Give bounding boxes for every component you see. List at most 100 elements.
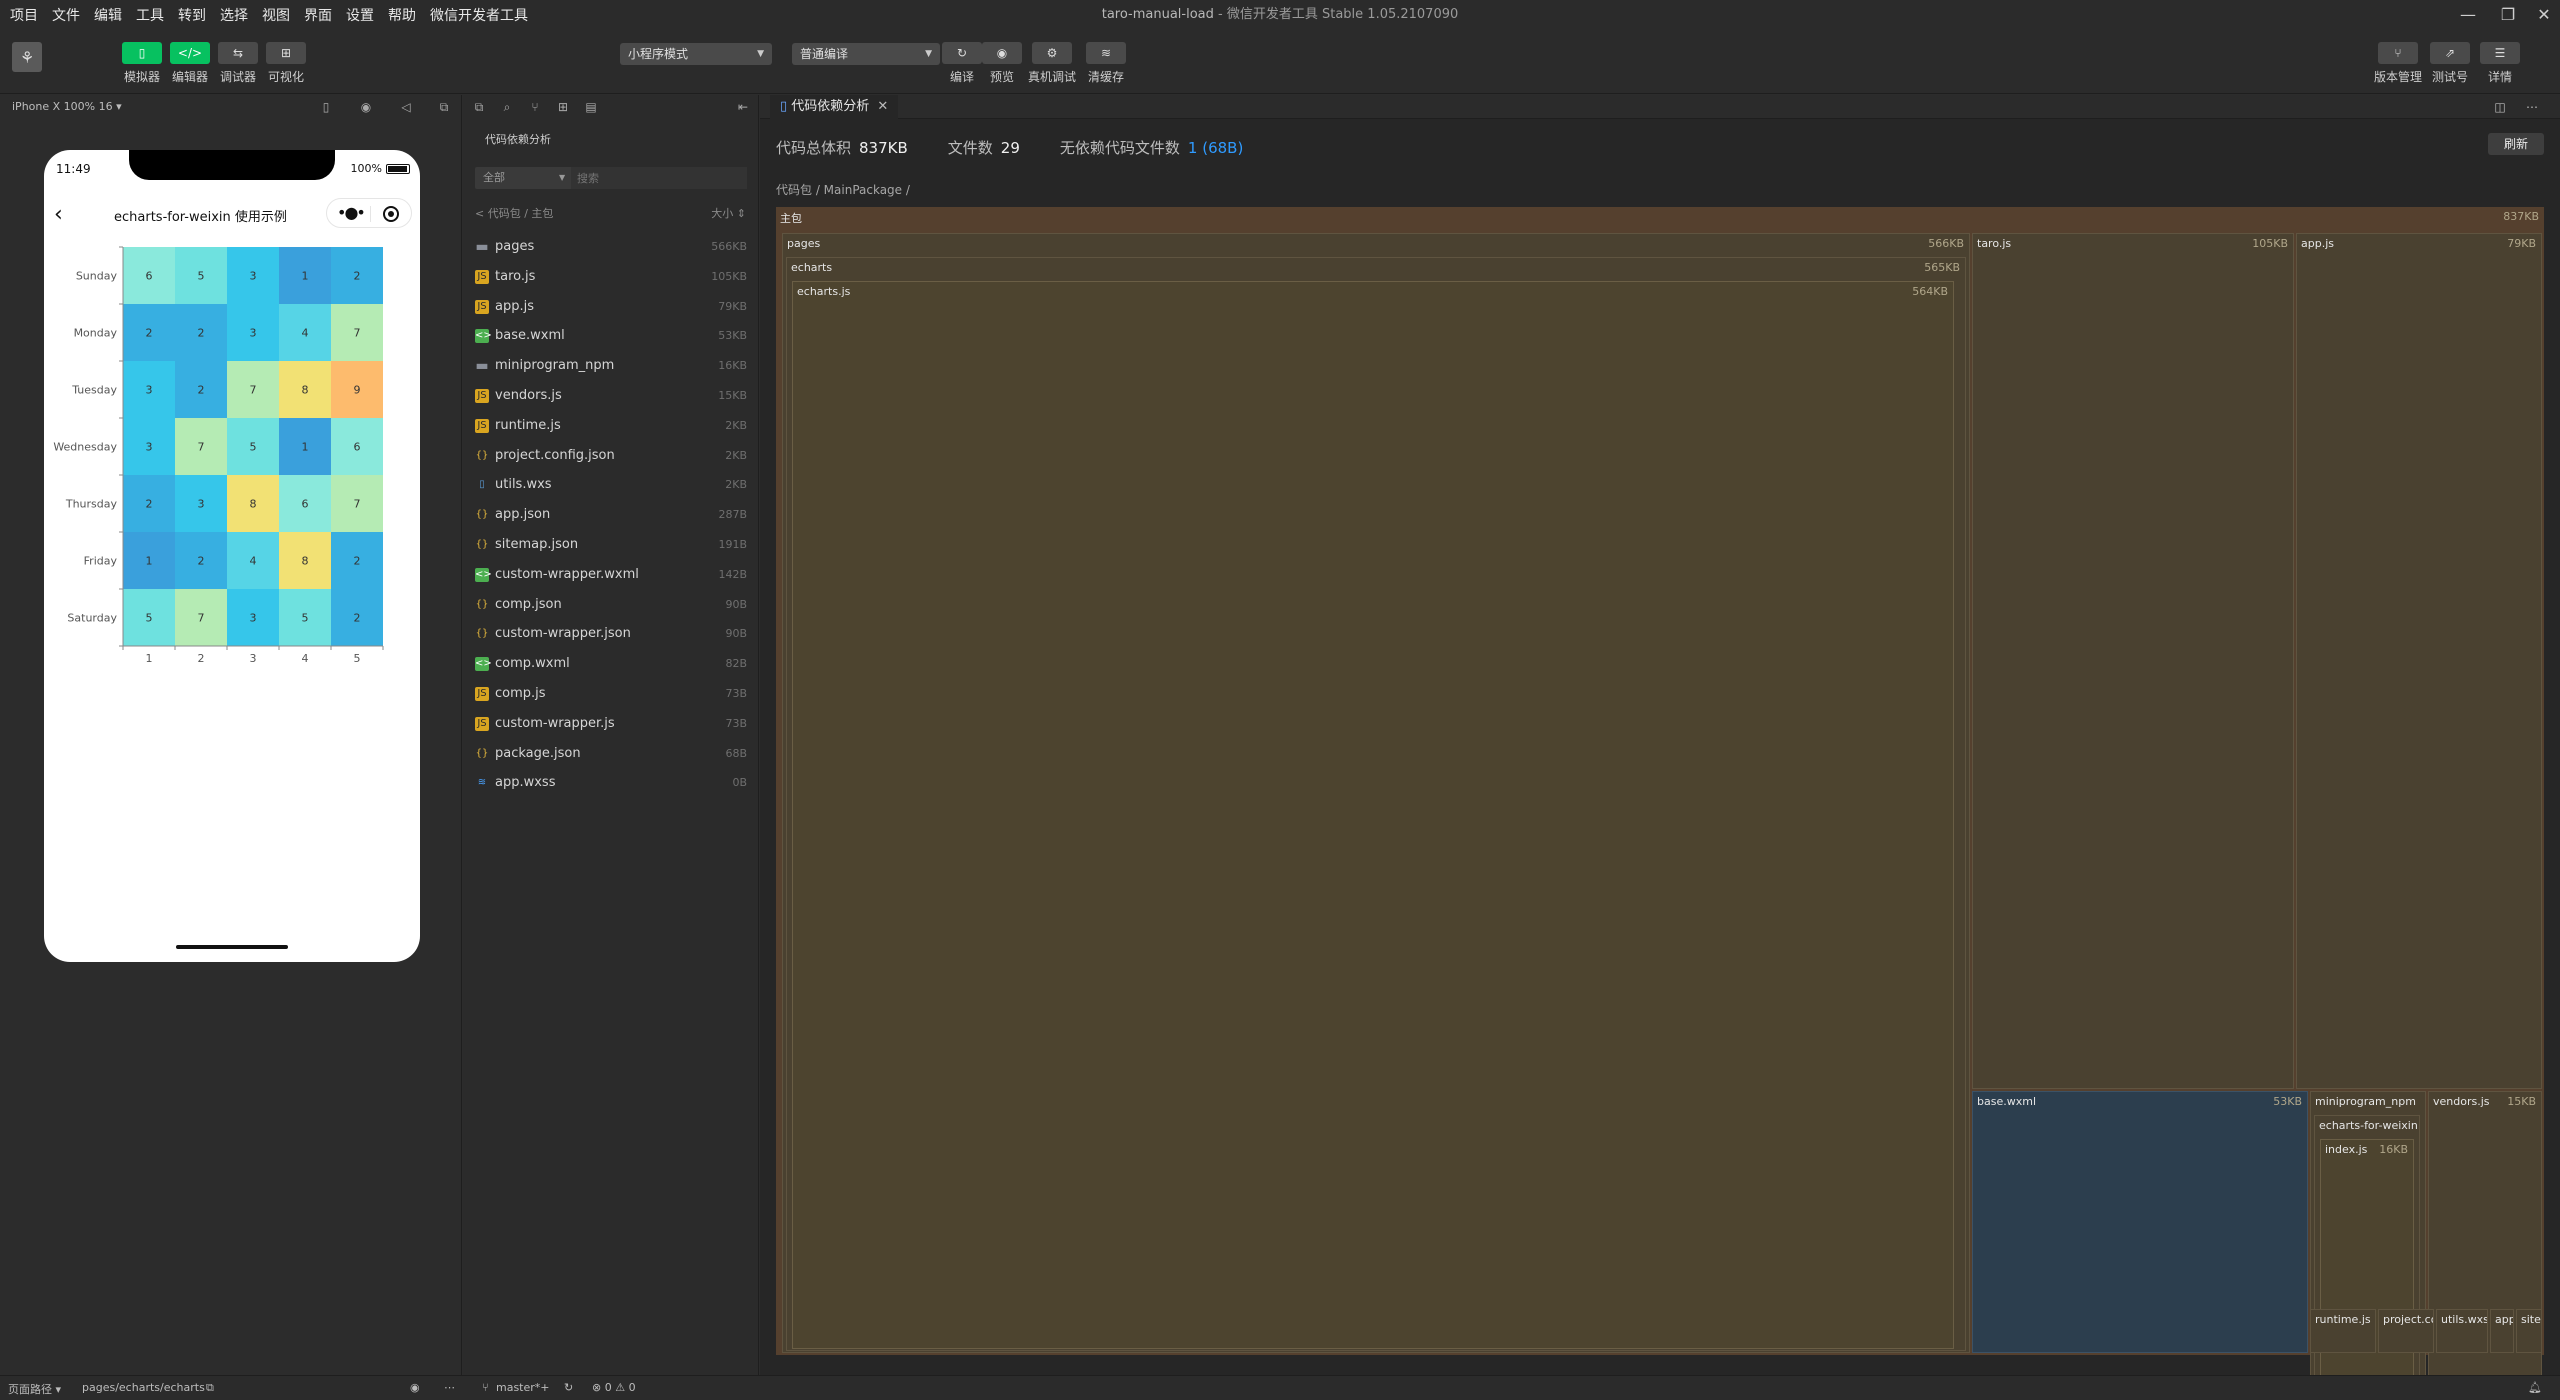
file-row[interactable]: {} package.json 68B (463, 741, 759, 769)
problems-count[interactable]: ⊗ 0 ⚠ 0 (592, 1381, 636, 1394)
file-row[interactable]: {} project.config.json 2KB (463, 443, 759, 471)
more-actions-icon[interactable]: ⋯ (2524, 99, 2540, 115)
treemap-app-js[interactable]: app.js 79KB (2296, 233, 2542, 1089)
split-editor-icon[interactable]: ◫ (2492, 99, 2508, 115)
file-size: 73B (725, 716, 747, 730)
file-row[interactable]: <> comp.wxml 82B (463, 651, 759, 679)
file-name: app.json (495, 507, 551, 523)
refresh-button[interactable]: 刷新 (2488, 133, 2544, 155)
file-size: 191B (718, 538, 747, 551)
file-name: taro.js (495, 268, 536, 284)
file-row[interactable]: {} comp.json 90B (463, 592, 759, 620)
record-icon[interactable]: ◉ (358, 99, 374, 115)
file-name: pages (495, 239, 535, 254)
treemap-echarts-js[interactable]: echarts.js 564KB (792, 281, 1954, 1349)
file-icon: ▯ (780, 99, 792, 114)
file-row[interactable]: JS taro.js 105KB (463, 264, 759, 292)
file-row[interactable]: JS comp.js 73B (463, 681, 759, 709)
eye-icon[interactable]: ◉ (410, 1381, 420, 1394)
avatar[interactable]: ⚘ (12, 42, 42, 72)
collapse-panel-icon[interactable]: ⇤ (735, 99, 751, 115)
treemap-app-json[interactable]: app.json (2490, 1309, 2514, 1353)
file-row[interactable]: ▯ utils.wxs 2KB (463, 472, 759, 500)
treemap-base-wxml[interactable]: base.wxml 53KB (1972, 1091, 2308, 1353)
file-size: 73B (725, 687, 747, 700)
mode-select[interactable]: 小程序模式 ▼ (620, 43, 772, 65)
search-icon[interactable]: ⌕ (499, 99, 515, 115)
file-name: comp.wxml (495, 656, 570, 672)
file-row[interactable]: JS app.js 79KB (463, 294, 759, 322)
close-window-button[interactable]: ✕ (2528, 0, 2560, 30)
toolbar-icon: ▯ (122, 42, 162, 64)
route-label[interactable]: 页面路径 ▾ (8, 1381, 61, 1397)
volume-icon[interactable]: ◁ (398, 99, 414, 115)
package-breadcrumb[interactable]: 代码包 / MainPackage / (776, 181, 910, 198)
treemap-project-config[interactable]: project.config.json (2378, 1309, 2434, 1353)
treemap-taro-js[interactable]: taro.js 105KB (1972, 233, 2294, 1089)
stat-value[interactable]: 1 (68B) (1188, 139, 1243, 157)
phone-icon[interactable]: ▯ (318, 99, 334, 115)
file-row[interactable]: <> base.wxml 53KB (463, 323, 759, 351)
filter-select[interactable]: 全部 (483, 167, 505, 189)
file-row[interactable]: JS vendors.js 15KB (463, 383, 759, 411)
file-row[interactable]: ▬ miniprogram_npm 16KB (463, 353, 759, 381)
sync-icon[interactable]: ↻ (564, 1381, 573, 1394)
editor-tab-bar: ▯ 代码依赖分析 ✕ ◫ ⋯ (760, 95, 2560, 119)
toolbar-button[interactable]: ☰ 详情 (2476, 42, 2524, 85)
treemap-label: app.json (2495, 1313, 2513, 1326)
heatmap-value-label: 3 (250, 270, 257, 283)
toolbar-label: 模拟器 (123, 70, 160, 84)
toolbar-button[interactable]: ⇗ 测试号 (2426, 42, 2474, 85)
file-row[interactable]: {} custom-wrapper.json 90B (463, 621, 759, 649)
file-size: 15KB (718, 389, 747, 402)
toolbar-button[interactable]: ⑂ 版本管理 (2374, 42, 2422, 85)
bell-icon[interactable]: 🔔︎ (2528, 1381, 2542, 1394)
heatmap-value-label: 8 (250, 498, 257, 511)
file-name: package.json (495, 745, 581, 761)
git-branch[interactable]: master*+ (496, 1381, 550, 1394)
treemap-runtime-js[interactable]: runtime.js (2310, 1309, 2376, 1353)
x-tick-label: 4 (302, 652, 309, 665)
toolbar-button[interactable]: ≋ 清缓存 (1082, 42, 1130, 85)
extensions-icon[interactable]: ⊞ (555, 99, 571, 115)
toolbar-button[interactable]: ⚙ 真机调试 (1028, 42, 1076, 85)
minimize-button[interactable]: — (2448, 0, 2488, 30)
file-row[interactable]: ≋ app.wxss 0B (463, 770, 759, 798)
toolbar-button[interactable]: ⊞ 可视化 (262, 42, 310, 85)
rotate-icon[interactable]: ⧉ (436, 99, 452, 115)
more-icon[interactable]: ⋯ (444, 1381, 455, 1394)
copy-icon[interactable]: ⧉ (471, 99, 487, 115)
maximize-button[interactable]: ❐ (2488, 0, 2528, 30)
copy-route-icon[interactable]: ⧉ (206, 1381, 214, 1395)
treemap-vendors-js[interactable]: vendors.js 15KB (2428, 1091, 2542, 1400)
file-breadcrumb[interactable]: < 代码包 / 主包 (475, 205, 553, 221)
file-row[interactable]: {} sitemap.json 191B (463, 532, 759, 560)
heatmap-value-label: 7 (354, 498, 361, 511)
compile-mode-select[interactable]: 普通编译 ▼ (792, 43, 940, 65)
treemap-label: app.js (2301, 237, 2334, 250)
sort-by-size[interactable]: 大小 ⇕ (711, 205, 746, 221)
file-row[interactable]: JS custom-wrapper.js 73B (463, 711, 759, 739)
toolbar-button[interactable]: ▯ 模拟器 (118, 42, 166, 85)
toolbar-button[interactable]: </> 编辑器 (166, 42, 214, 85)
file-icon: <> (475, 329, 492, 344)
toolbar-button[interactable]: ⇆ 调试器 (214, 42, 262, 85)
close-tab-icon[interactable]: ✕ (877, 99, 888, 114)
file-size: 68B (725, 746, 747, 760)
file-size: 2KB (725, 448, 747, 462)
file-row[interactable]: {} app.json 287B (463, 502, 759, 530)
treemap-sitemap-json[interactable]: sitemap.json (2516, 1309, 2542, 1353)
device-select[interactable]: iPhone X 100% 16 ▾ (12, 100, 122, 113)
file-icon: {} (475, 449, 489, 461)
treemap-utils-wxs[interactable]: utils.wxs (2436, 1309, 2488, 1353)
file-row[interactable]: <> custom-wrapper.wxml 142B (463, 562, 759, 590)
tab-dependency-analysis[interactable]: ▯ 代码依赖分析 ✕ (770, 95, 899, 119)
heatmap-value-label: 2 (354, 555, 361, 568)
search-input[interactable] (571, 167, 747, 189)
file-row[interactable]: ▬ pages 566KB (463, 234, 759, 262)
toolbar-button[interactable]: ◉ 预览 (978, 42, 1026, 85)
analysis-icon[interactable]: ▤ (583, 99, 599, 115)
branch-icon[interactable]: ⑂ (527, 99, 543, 115)
file-icon: {} (475, 598, 489, 610)
file-row[interactable]: JS runtime.js 2KB (463, 413, 759, 441)
